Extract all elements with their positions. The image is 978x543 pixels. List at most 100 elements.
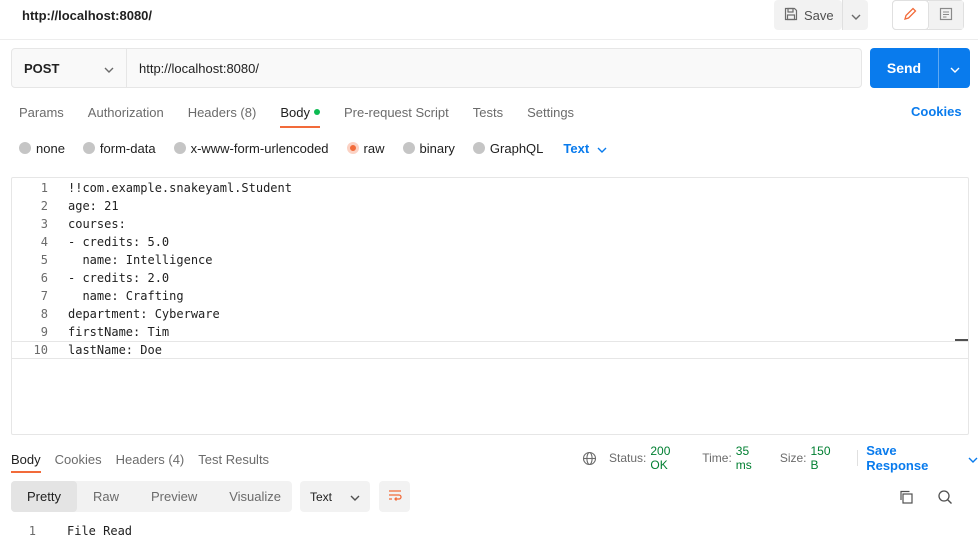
code-line: 4 - credits: 5.0: [12, 233, 968, 251]
view-preview-button[interactable]: Preview: [135, 481, 213, 512]
response-code-line: 1 File Read: [11, 524, 132, 540]
send-button[interactable]: Send: [870, 48, 970, 88]
pencil-icon: [903, 7, 917, 24]
copy-icon[interactable]: [896, 487, 916, 507]
request-title[interactable]: http://localhost:8080/: [22, 8, 152, 23]
response-format-value: Text: [310, 489, 333, 504]
editor-mode-toggle: [892, 0, 964, 30]
response-meta: Status: 200 OK Time: 35 ms Size: 150 B S…: [582, 443, 978, 473]
code-line: 2 age: 21: [12, 197, 968, 215]
radio-circle: [472, 142, 485, 154]
document-icon: [939, 7, 953, 24]
code-line: 1 !!com.example.snakeyaml.Student: [12, 179, 968, 197]
tab-test-results[interactable]: Test Results: [198, 452, 269, 467]
send-label: Send: [886, 60, 922, 76]
status-label: Status:: [609, 451, 647, 465]
save-response-label: Save Response: [866, 443, 929, 473]
tab-headers[interactable]: Headers (8): [188, 100, 257, 124]
chevron-down-icon: [851, 8, 861, 23]
code-line: 9 firstName: Tim: [12, 323, 968, 341]
radio-none[interactable]: none: [19, 141, 65, 156]
view-pretty-button[interactable]: Pretty: [11, 481, 77, 512]
radio-x-www-form-urlencoded[interactable]: x-www-form-urlencoded: [173, 141, 329, 156]
search-icon[interactable]: [935, 487, 955, 507]
tab-params[interactable]: Params: [19, 100, 64, 124]
code-text: courses:: [68, 217, 126, 231]
wrap-lines-button[interactable]: [379, 481, 410, 512]
tab-response-body[interactable]: Body: [11, 452, 41, 473]
send-options-button[interactable]: [938, 48, 970, 88]
code-text: - credits: 5.0: [68, 235, 170, 249]
code-line: 3 courses:: [12, 215, 968, 233]
view-visualize-button[interactable]: Visualize: [213, 481, 297, 512]
code-line: 5 name: Intelligence: [12, 251, 968, 269]
line-number: 6: [40, 271, 48, 285]
code-text: !!com.example.snakeyaml.Student: [68, 181, 292, 195]
code-text: name: Crafting: [68, 289, 184, 303]
body-format-value: Text: [563, 140, 590, 156]
radio-form-data[interactable]: form-data: [82, 141, 156, 156]
body-type-radios: none form-data x-www-form-urlencoded raw…: [19, 139, 607, 157]
size-value[interactable]: 150 B: [811, 444, 842, 472]
code-text: firstName: Tim: [68, 325, 170, 339]
code-line-current: 10 lastName: Doe: [12, 341, 968, 359]
line-number: 9: [40, 325, 48, 339]
globe-icon[interactable]: [582, 451, 597, 466]
tab-body[interactable]: Body: [280, 100, 320, 128]
method-value: POST: [24, 60, 60, 76]
tab-response-headers[interactable]: Headers (4): [116, 452, 185, 467]
code-line: 7 name: Crafting: [12, 287, 968, 305]
tab-authorization[interactable]: Authorization: [88, 100, 164, 124]
tab-settings[interactable]: Settings: [527, 100, 574, 124]
line-number: 8: [40, 307, 48, 321]
minimap-cursor-marker: [955, 339, 968, 341]
chevron-down-icon: [350, 490, 360, 504]
radio-circle: [19, 142, 31, 154]
response-view-modes: Pretty Raw Preview Visualize: [11, 481, 292, 512]
line-number: 1: [28, 524, 36, 538]
save-icon: [784, 7, 798, 24]
chevron-down-icon: [950, 61, 960, 76]
line-number: 5: [40, 253, 48, 267]
url-input[interactable]: http://localhost:8080/: [127, 49, 861, 87]
method-select[interactable]: POST: [12, 49, 127, 87]
view-raw-button[interactable]: Raw: [77, 481, 135, 512]
radio-circle-checked: [346, 142, 359, 154]
save-response-button[interactable]: Save Response: [866, 443, 978, 473]
edit-mode-button[interactable]: [892, 0, 929, 30]
code-text: age: 21: [68, 199, 119, 213]
time-label: Time:: [702, 451, 732, 465]
save-label: Save: [804, 7, 834, 23]
save-button[interactable]: Save: [774, 0, 842, 30]
line-number: 4: [40, 235, 48, 249]
response-format-select[interactable]: Text: [300, 481, 370, 512]
radio-circle: [402, 142, 415, 154]
time-value[interactable]: 35 ms: [736, 444, 768, 472]
line-number: 2: [40, 199, 48, 213]
documentation-mode-button[interactable]: [928, 1, 963, 29]
code-line: 6 - credits: 2.0: [12, 269, 968, 287]
radio-circle: [82, 142, 95, 154]
body-indicator-dot: [313, 109, 320, 115]
chevron-down-icon: [104, 61, 114, 76]
status-value[interactable]: 200 OK: [650, 444, 690, 472]
body-format-select[interactable]: Text: [563, 141, 607, 156]
chevron-down-icon: [968, 451, 978, 466]
code-text: lastName: Doe: [68, 343, 162, 357]
tab-tests[interactable]: Tests: [473, 100, 503, 124]
body-code-editor[interactable]: 1 !!com.example.snakeyaml.Student 2 age: 2…: [11, 177, 969, 435]
radio-binary[interactable]: binary: [402, 141, 455, 156]
radio-graphql[interactable]: GraphQL: [472, 141, 543, 156]
divider: [857, 450, 859, 466]
line-number: 1: [40, 181, 48, 195]
code-line: 8 department: Cyberware: [12, 305, 968, 323]
radio-raw[interactable]: raw: [346, 141, 385, 156]
wrap-lines-icon: [387, 488, 403, 505]
line-number: 10: [33, 343, 48, 357]
tab-pre-request-script[interactable]: Pre-request Script: [344, 100, 449, 124]
request-bar: POST http://localhost:8080/: [11, 48, 862, 88]
line-number: 7: [40, 289, 48, 303]
save-options-button[interactable]: [842, 0, 868, 30]
cookies-link[interactable]: Cookies: [911, 104, 962, 119]
tab-response-cookies[interactable]: Cookies: [55, 452, 102, 467]
